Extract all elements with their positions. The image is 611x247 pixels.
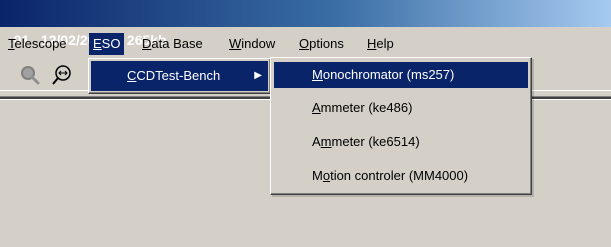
menu-mnemonic: m (320, 134, 332, 149)
menu-label: CDTest-Bench (136, 68, 221, 83)
menu-mnemonic: H (367, 36, 377, 51)
title-bar: .01 12/02/2000 > 265kb (0, 0, 611, 48)
menu-item-ammeter-ke486[interactable]: Ammeter (ke486) (274, 95, 528, 121)
menu-item-ccdtest-bench[interactable]: CCDTest-Bench ▶ (91, 61, 268, 91)
ccd-test-bench-submenu: Monochromator (ms257) Ammeter (ke486) Am… (270, 57, 532, 195)
menu-eso[interactable]: ESO (89, 33, 125, 55)
menu-label: elp (376, 36, 394, 51)
menu-options[interactable]: Options (299, 33, 344, 55)
menu-label: tion controler (MM4000) (330, 168, 469, 183)
menu-mnemonic: C (127, 68, 137, 83)
menu-label: elescope (14, 36, 67, 51)
menu-label: onochromator (ms257) (322, 67, 455, 82)
menu-mnemonic: M (312, 67, 323, 82)
menu-item-monochromator[interactable]: Monochromator (ms257) (274, 62, 528, 88)
menu-label: indow (241, 36, 276, 51)
menu-mnemonic: W (229, 36, 242, 51)
menu-window[interactable]: Window (229, 33, 275, 55)
menu-mnemonic: D (142, 36, 152, 51)
zoom-icon[interactable] (18, 63, 42, 87)
menu-mnemonic: o (322, 168, 331, 183)
menu-telescope[interactable]: Telescope (8, 33, 67, 55)
menu-label-pre: M (312, 168, 323, 183)
menu-mnemonic: A (312, 100, 321, 115)
zoom-fit-icon[interactable] (50, 63, 74, 87)
menu-mnemonic: E (93, 36, 102, 51)
menu-mnemonic: O (299, 36, 310, 51)
menu-item-ammeter-ke6514[interactable]: Ammeter (ke6514) (274, 129, 528, 155)
menu-bar: Telescope ESO Data Base Window Options H… (0, 33, 611, 55)
menu-label: ptions (309, 36, 344, 51)
menu-label-pre: A (312, 134, 321, 149)
menu-label: ata Base (151, 36, 203, 51)
menu-label: meter (ke6514) (331, 134, 420, 149)
menu-label: SO (101, 36, 121, 51)
submenu-arrow-icon: ▶ (254, 70, 262, 81)
eso-dropdown: CCDTest-Bench ▶ (88, 58, 271, 94)
menu-database[interactable]: Data Base (142, 33, 203, 55)
menu-item-motion-controler[interactable]: Motion controler (MM4000) (274, 163, 528, 189)
menu-help[interactable]: Help (367, 33, 394, 55)
menu-label: mmeter (ke486) (320, 100, 413, 115)
